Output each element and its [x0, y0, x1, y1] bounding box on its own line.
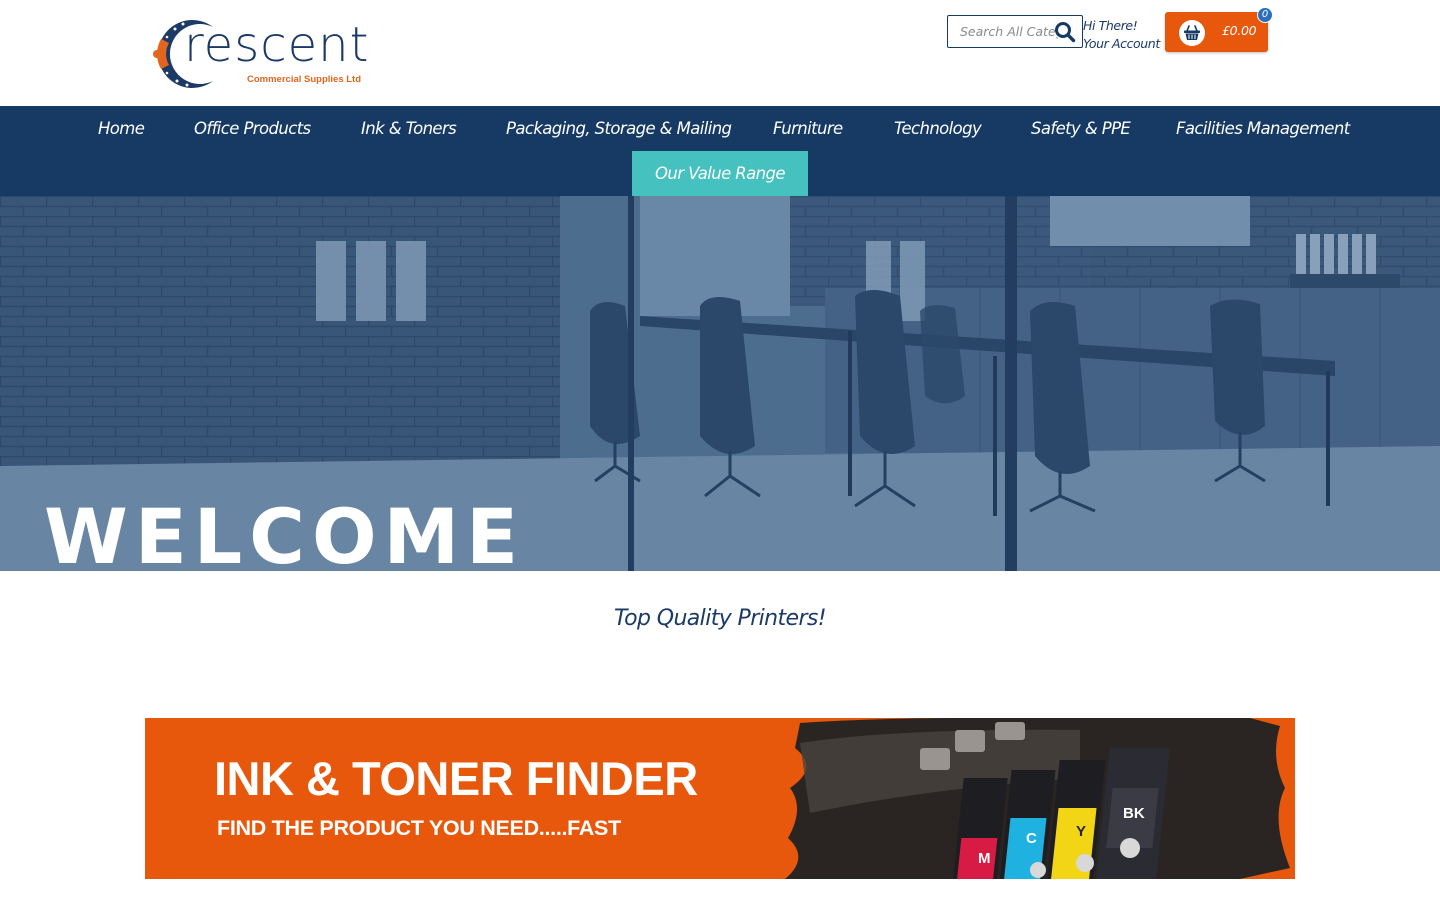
account-greeting: Hi There! [1083, 18, 1138, 33]
hero-title: WELCOME [44, 492, 526, 572]
ink-toner-finder-banner[interactable]: INK & TONER FINDER FIND THE PRODUCT YOU … [145, 718, 1295, 879]
logo-tagline: Commercial Supplies Ltd [247, 74, 362, 85]
main-nav: Home Office Products Ink & Toners Packag… [0, 106, 1440, 196]
search-box [947, 15, 1083, 48]
account-menu[interactable]: Hi There! Your Account [1083, 17, 1160, 53]
search-icon [1055, 22, 1076, 43]
nav-item-ink-toners[interactable]: Ink & Toners [361, 106, 457, 151]
nav-item-value-range[interactable]: Our Value Range [632, 151, 808, 196]
your-account-link[interactable]: Your Account [1083, 35, 1160, 53]
nav-item-home[interactable]: Home [98, 106, 145, 151]
logo-wordmark: rescent [184, 17, 370, 73]
nav-item-packaging[interactable]: Packaging, Storage & Mailing [506, 106, 732, 151]
nav-item-facilities[interactable]: Facilities Management [1176, 106, 1350, 151]
nav-item-safety-ppe[interactable]: Safety & PPE [1031, 106, 1131, 151]
nav-item-office-products[interactable]: Office Products [194, 106, 311, 151]
finder-title: INK & TONER FINDER [214, 752, 698, 805]
cart-button[interactable]: £0.00 [1165, 12, 1268, 52]
section-tagline: Top Quality Printers! [614, 606, 827, 631]
svg-text:M: M [978, 850, 991, 867]
svg-text:BK: BK [1123, 805, 1145, 822]
logo[interactable]: rescent Commercial Supplies Ltd [147, 15, 382, 93]
cart-total: £0.00 [1222, 23, 1257, 38]
basket-icon-wrap [1179, 20, 1205, 46]
hero-banner[interactable]: WELCOME [0, 196, 1440, 571]
basket-icon [1184, 25, 1200, 40]
nav-item-technology[interactable]: Technology [894, 106, 982, 151]
nav-row: Home Office Products Ink & Toners Packag… [0, 106, 1440, 151]
svg-text:C: C [1026, 830, 1037, 847]
svg-text:Y: Y [1076, 823, 1086, 840]
cart-count-badge: 0 [1257, 7, 1273, 23]
printer-cartridges-image: M C Y BK [785, 718, 1290, 879]
site-header: rescent Commercial Supplies Ltd Hi There… [0, 0, 1440, 106]
nav-item-furniture[interactable]: Furniture [773, 106, 843, 151]
search-button[interactable] [1054, 21, 1076, 43]
finder-subtitle: FIND THE PRODUCT YOU NEED.....FAST [217, 816, 621, 840]
search-input[interactable] [960, 17, 1058, 46]
